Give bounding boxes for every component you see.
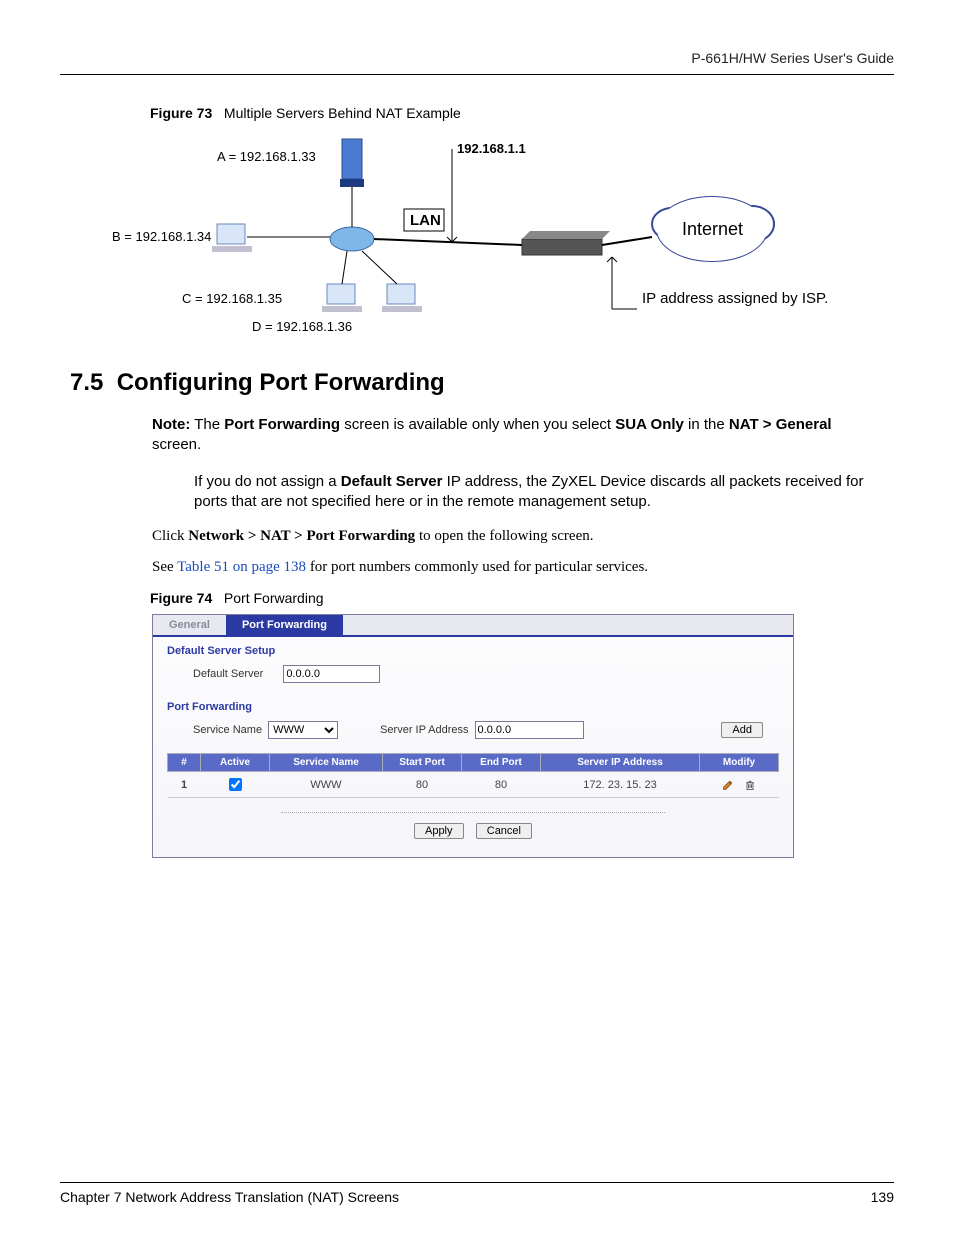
row-start: 80 — [383, 772, 462, 798]
port-forwarding-subtitle: Port Forwarding — [153, 693, 793, 717]
section-number: 7.5 — [70, 369, 103, 396]
figure-73-label: Figure 73 — [150, 105, 212, 121]
default-server-label: Default Server — [193, 668, 263, 680]
col-active: Active — [201, 754, 270, 772]
row-ip: 172. 23. 15. 23 — [541, 772, 700, 798]
row-num: 1 — [181, 779, 187, 791]
service-name-select[interactable]: WWW — [268, 721, 338, 739]
port-forwarding-screenshot: General Port Forwarding Default Server S… — [152, 614, 794, 858]
section-heading: 7.5 Configuring Port Forwarding — [70, 369, 894, 397]
lan-label: LAN — [410, 212, 441, 229]
node-b-label: B = 192.168.1.34 — [112, 229, 211, 244]
port-forwarding-table: # Active Service Name Start Port End Por… — [167, 753, 779, 798]
page-footer: Chapter 7 Network Address Translation (N… — [60, 1182, 894, 1205]
add-button[interactable]: Add — [721, 722, 763, 738]
table-51-link[interactable]: Table 51 on page 138 — [177, 559, 306, 575]
page-header: P-661H/HW Series User's Guide — [60, 50, 894, 75]
isp-note: IP address assigned by ISP. — [642, 289, 828, 309]
note-block: Note: The Port Forwarding screen is avai… — [152, 415, 864, 512]
tab-port-forwarding[interactable]: Port Forwarding — [226, 615, 343, 635]
col-end: End Port — [462, 754, 541, 772]
node-d-label: D = 192.168.1.36 — [252, 319, 352, 334]
figure-74-label: Figure 74 — [150, 590, 212, 606]
edit-icon[interactable] — [722, 778, 737, 790]
apply-row: Apply Cancel — [153, 798, 793, 857]
note-prefix: Note: — [152, 416, 190, 433]
col-service: Service Name — [270, 754, 383, 772]
col-num: # — [168, 754, 201, 772]
section-title: Configuring Port Forwarding — [117, 369, 445, 396]
network-diagram: A = 192.168.1.33 192.168.1.1 LAN Interne… — [152, 129, 802, 339]
internet-label: Internet — [682, 219, 743, 240]
figure-74-title: Port Forwarding — [224, 590, 324, 606]
col-ip: Server IP Address — [541, 754, 700, 772]
cancel-button[interactable]: Cancel — [476, 823, 532, 839]
table-row: 1 WWW 80 80 172. 23. 15. 23 — [168, 772, 779, 798]
guide-title: P-661H/HW Series User's Guide — [691, 50, 894, 66]
node-a-label: A = 192.168.1.33 — [217, 149, 316, 164]
figure-73-title: Multiple Servers Behind NAT Example — [224, 105, 461, 121]
server-ip-label: Server IP Address — [380, 724, 468, 736]
default-server-setup-title: Default Server Setup — [153, 637, 793, 661]
trash-icon[interactable] — [744, 778, 756, 790]
default-server-input[interactable] — [283, 665, 380, 683]
row-service: WWW — [270, 772, 383, 798]
figure-73-caption: Figure 73 Multiple Servers Behind NAT Ex… — [150, 105, 894, 121]
footer-chapter: Chapter 7 Network Address Translation (N… — [60, 1189, 399, 1205]
apply-button[interactable]: Apply — [414, 823, 464, 839]
node-c-label: C = 192.168.1.35 — [182, 291, 282, 306]
col-modify: Modify — [700, 754, 779, 772]
figure-74-caption: Figure 74 Port Forwarding — [150, 590, 894, 606]
router-ip-label: 192.168.1.1 — [457, 141, 526, 156]
col-start: Start Port — [383, 754, 462, 772]
row-end: 80 — [462, 772, 541, 798]
server-ip-input[interactable] — [475, 721, 584, 739]
footer-page: 139 — [871, 1189, 894, 1205]
body-text: Click Network > NAT > Port Forwarding to… — [152, 528, 864, 576]
tab-general[interactable]: General — [153, 615, 226, 635]
tab-bar: General Port Forwarding — [153, 615, 793, 637]
row-active-checkbox[interactable] — [229, 778, 242, 791]
service-name-label: Service Name — [193, 724, 262, 736]
